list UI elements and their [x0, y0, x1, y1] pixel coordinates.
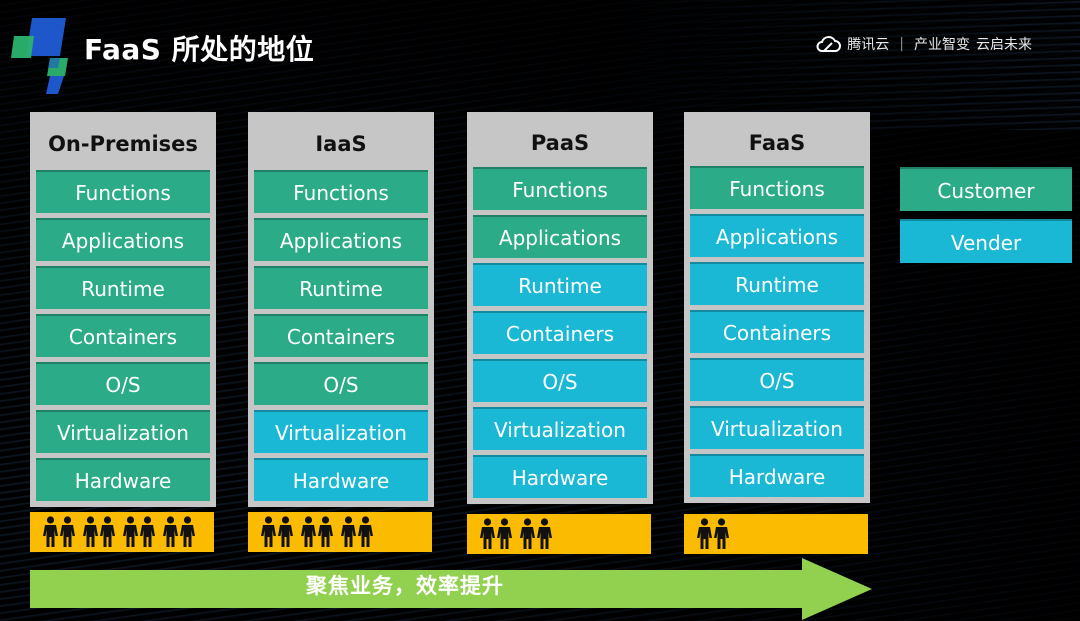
person-icon [260, 516, 277, 548]
column-title: PaaS [530, 131, 590, 155]
layer-virtualization: Virtualization [473, 407, 647, 450]
layer-virtualization: Virtualization [36, 410, 210, 453]
people-pair [300, 516, 334, 548]
person-icon [179, 516, 196, 548]
column-title: FaaS [748, 131, 806, 155]
layer-functions: Functions [690, 166, 864, 209]
people-pair [260, 516, 294, 548]
layer-containers: Containers [690, 310, 864, 353]
layer-hardware: Hardware [473, 455, 647, 498]
layer-hardware: Hardware [690, 454, 864, 497]
people-bar-iaas [248, 512, 432, 552]
layer-hardware: Hardware [36, 458, 210, 501]
people-pair [122, 516, 156, 548]
layer-virtualization: Virtualization [690, 406, 864, 449]
person-icon [479, 518, 496, 550]
person-icon [696, 518, 713, 550]
arrow-label: 聚焦业务，效率提升 [306, 574, 504, 598]
layer-virtualization: Virtualization [254, 410, 428, 453]
person-icon [42, 516, 59, 548]
brand-name: 腾讯云 [847, 37, 890, 53]
column-title: IaaS [315, 132, 367, 156]
person-icon [162, 516, 179, 548]
layer-o-s: O/S [690, 358, 864, 401]
page-title: FaaS 所处的地位 [84, 33, 315, 66]
people-bar-paas [467, 514, 651, 554]
people-pair [162, 516, 196, 548]
layer-applications: Applications [254, 218, 428, 261]
layer-functions: Functions [36, 170, 210, 213]
layer-applications: Applications [690, 214, 864, 257]
person-icon [536, 518, 553, 550]
legend-customer: Customer [900, 167, 1072, 211]
layer-functions: Functions [473, 167, 647, 210]
person-icon [122, 516, 139, 548]
people-pair [519, 518, 553, 550]
person-icon [357, 516, 374, 548]
layer-o-s: O/S [36, 362, 210, 405]
column-title: On-Premises [48, 132, 198, 156]
layer-applications: Applications [473, 215, 647, 258]
layer-containers: Containers [473, 311, 647, 354]
layer-runtime: Runtime [254, 266, 428, 309]
person-icon [277, 516, 294, 548]
background-lines-top-right [580, 0, 1080, 130]
layer-hardware: Hardware [254, 458, 428, 501]
layer-o-s: O/S [254, 362, 428, 405]
slide-logo-icon [11, 18, 68, 94]
column-faas: FaaS Functions Applications Runtime Contain… [684, 112, 870, 503]
person-icon [713, 518, 730, 550]
layer-applications: Applications [36, 218, 210, 261]
person-icon [139, 516, 156, 548]
person-icon [99, 516, 116, 548]
layer-containers: Containers [36, 314, 210, 357]
brand-slogan-2: 云启未来 [976, 37, 1032, 53]
layer-runtime: Runtime [690, 262, 864, 305]
people-pair [82, 516, 116, 548]
layer-runtime: Runtime [473, 263, 647, 306]
people-pair [340, 516, 374, 548]
layer-functions: Functions [254, 170, 428, 213]
brand-slogan-1: 产业智变 [914, 37, 970, 53]
people-bar-on-premises [30, 512, 214, 552]
layer-containers: Containers [254, 314, 428, 357]
legend-vendor: Vender [900, 219, 1072, 263]
people-pair [696, 518, 730, 550]
people-bar-faas [684, 514, 868, 554]
layer-runtime: Runtime [36, 266, 210, 309]
person-icon [82, 516, 99, 548]
column-iaas: IaaS Functions Applications Runtime Contain… [248, 112, 434, 507]
column-on-premises: On-Premises Functions Applications Runtime… [30, 112, 216, 507]
person-icon [317, 516, 334, 548]
people-pair [479, 518, 513, 550]
person-icon [340, 516, 357, 548]
brand-header: 腾讯云 | 产业智变 云启未来 [815, 34, 1032, 54]
column-paas: PaaS Functions Applications Runtime Contain… [467, 112, 653, 504]
person-icon [59, 516, 76, 548]
brand-separator: | [899, 36, 904, 52]
tencent-cloud-logo-icon [816, 36, 842, 52]
people-pair [42, 516, 76, 548]
person-icon [300, 516, 317, 548]
person-icon [519, 518, 536, 550]
layer-o-s: O/S [473, 359, 647, 402]
person-icon [496, 518, 513, 550]
